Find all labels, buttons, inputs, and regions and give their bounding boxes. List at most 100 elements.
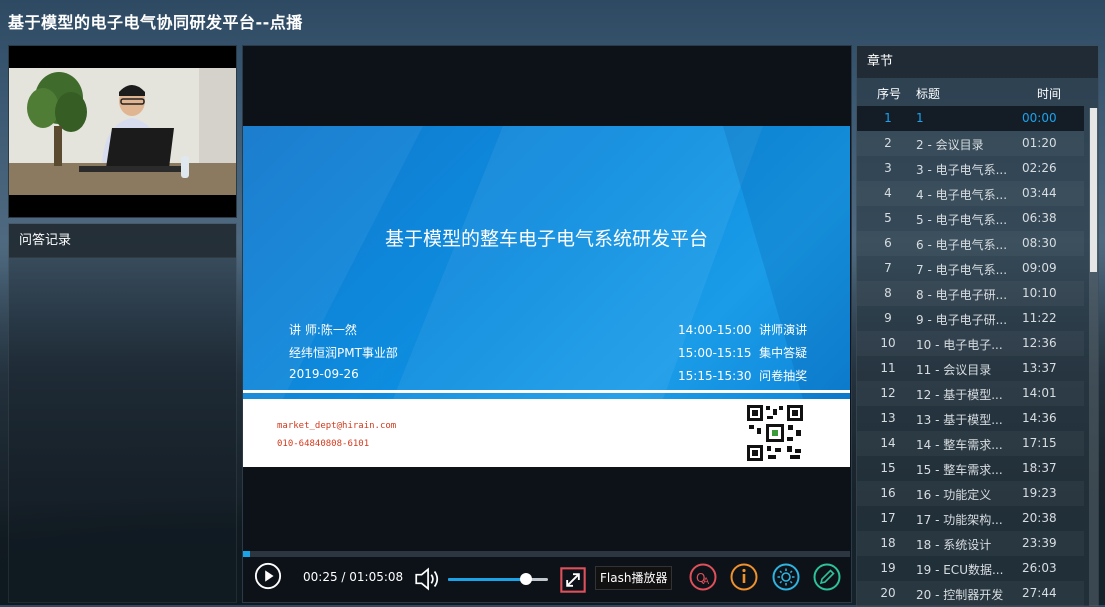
chapter-row[interactable]: 19 19 - ECU数据... 26:03 <box>857 556 1084 581</box>
page-title: 基于模型的电子电气协同研发平台--点播 <box>8 13 303 32</box>
column-header-no: 序号 <box>877 87 902 101</box>
chapter-number: 12 <box>880 386 896 400</box>
chapter-number: 5 <box>884 211 892 225</box>
chapter-title: 16 - 功能定义 <box>916 488 992 502</box>
chapter-row[interactable]: 3 3 - 电子电气系... 02:26 <box>857 156 1084 181</box>
chapters-panel: 章节 序号 标题 时间 1 1 00:00 2 2 - 会议目录 01:20 3 3 - 电子… <box>856 45 1099 607</box>
chapter-row[interactable]: 7 7 - 电子电气系... 09:09 <box>857 256 1084 281</box>
chapter-row[interactable]: 15 15 - 整车需求... 18:37 <box>857 456 1084 481</box>
chapter-title: 8 - 电子电子研... <box>916 288 1008 302</box>
chapter-row[interactable]: 5 5 - 电子电气系... 06:38 <box>857 206 1084 231</box>
slide-phone: 010-64840808-6101 <box>277 439 370 449</box>
chapter-title: 7 - 电子电气系... <box>916 263 1008 277</box>
chapter-row[interactable]: 1 1 00:00 <box>857 106 1084 131</box>
chapter-row[interactable]: 20 20 - 控制器开发 27:44 <box>857 581 1084 606</box>
chapter-row[interactable]: 12 12 - 基于模型... 14:01 <box>857 381 1084 406</box>
chapter-title: 2 - 会议目录 <box>916 138 984 152</box>
chapter-number: 9 <box>884 311 892 325</box>
chapter-time: 06:38 <box>1022 211 1057 225</box>
chapter-number: 18 <box>880 536 896 550</box>
volume-slider-handle[interactable] <box>520 573 532 585</box>
chapter-time: 14:36 <box>1022 411 1057 425</box>
qa-panel-title: 问答记录 <box>9 224 236 258</box>
slide-schedule-1: 14:00-15:00 讲师演讲 <box>678 323 808 337</box>
chapter-row[interactable]: 10 10 - 电子电子... 12:36 <box>857 331 1084 356</box>
chapter-time: 01:20 <box>1022 136 1057 150</box>
chapter-row[interactable]: 18 18 - 系统设计 23:39 <box>857 531 1084 556</box>
chapter-title: 20 - 控制器开发 <box>916 588 1004 602</box>
chapter-row[interactable]: 9 9 - 电子电子研... 11:22 <box>857 306 1084 331</box>
chapter-title: 1 <box>916 111 924 125</box>
chapter-time: 02:26 <box>1022 161 1057 175</box>
chapter-row[interactable]: 2 2 - 会议目录 01:20 <box>857 131 1084 156</box>
chapter-number: 16 <box>880 486 896 500</box>
chapter-row[interactable]: 11 11 - 会议目录 13:37 <box>857 356 1084 381</box>
fullscreen-icon[interactable] <box>559 566 587 594</box>
playback-time: 00:25 / 01:05:08 <box>303 570 404 584</box>
chapter-title: 11 - 会议目录 <box>916 363 992 377</box>
chapter-time: 19:23 <box>1022 486 1057 500</box>
slide-organization: 经纬恒润PMT事业部 <box>289 346 398 360</box>
chapter-row[interactable]: 16 16 - 功能定义 19:23 <box>857 481 1084 506</box>
chapter-number: 10 <box>880 336 896 350</box>
video-player[interactable]: 基于模型的整车电子电气系统研发平台 讲 师:陈一然 经纬恒润PMT事业部 201… <box>242 45 852 603</box>
chapter-title: 6 - 电子电气系... <box>916 238 1008 252</box>
chapter-time: 18:37 <box>1022 461 1057 475</box>
chapter-number: 19 <box>880 561 896 575</box>
chapter-row[interactable]: 8 8 - 电子电子研... 10:10 <box>857 281 1084 306</box>
chapter-time: 23:39 <box>1022 536 1057 550</box>
qa-panel: 问答记录 <box>8 223 237 603</box>
column-header-title: 标题 <box>916 87 941 101</box>
chapter-time: 09:09 <box>1022 261 1057 275</box>
slide-speaker: 讲 师:陈一然 <box>289 323 357 337</box>
qa-icon[interactable]: Q A <box>689 563 717 591</box>
presenter-video-frame <box>9 68 236 195</box>
pencil-icon[interactable] <box>813 563 841 591</box>
chapters-scrollbar[interactable] <box>1089 108 1098 606</box>
chapter-number: 20 <box>880 586 896 600</box>
chapter-title: 13 - 基于模型... <box>916 413 1003 427</box>
info-icon[interactable] <box>730 563 758 591</box>
slide-footer: market_dept@hirain.com 010-64840808-6101 <box>243 399 850 467</box>
play-icon[interactable] <box>254 562 282 590</box>
chapter-number: 3 <box>884 161 892 175</box>
chapter-time: 03:44 <box>1022 186 1057 200</box>
volume-icon[interactable] <box>413 565 441 593</box>
chapter-time: 00:00 <box>1022 111 1057 125</box>
chapter-title: 18 - 系统设计 <box>916 538 992 552</box>
chapters-scrollbar-thumb[interactable] <box>1090 108 1097 272</box>
chapter-title: 9 - 电子电子研... <box>916 313 1008 327</box>
chapter-time: 27:44 <box>1022 586 1057 600</box>
chapters-column-headers: 序号 标题 时间 <box>857 78 1098 106</box>
chapter-row[interactable]: 4 4 - 电子电气系... 03:44 <box>857 181 1084 206</box>
chapter-title: 17 - 功能架构... <box>916 513 1003 527</box>
slide-email: market_dept@hirain.com <box>277 421 397 431</box>
chapter-number: 13 <box>880 411 896 425</box>
chapter-row[interactable]: 14 14 - 整车需求... 17:15 <box>857 431 1084 456</box>
chapter-time: 10:10 <box>1022 286 1057 300</box>
flash-player-label: Flash播放器 <box>595 566 673 590</box>
chapters-title: 章节 <box>857 46 1098 78</box>
chapter-title: 14 - 整车需求... <box>916 438 1003 452</box>
chapter-number: 14 <box>880 436 896 450</box>
chapter-number: 8 <box>884 286 892 300</box>
brightness-icon[interactable] <box>772 563 800 591</box>
presenter-video <box>8 45 237 218</box>
presentation-slide: 基于模型的整车电子电气系统研发平台 讲 师:陈一然 经纬恒润PMT事业部 201… <box>243 126 850 467</box>
slide-title: 基于模型的整车电子电气系统研发平台 <box>384 228 708 250</box>
chapter-row[interactable]: 17 17 - 功能架构... 20:38 <box>857 506 1084 531</box>
qr-code-icon <box>746 404 804 462</box>
volume-slider-fill <box>448 578 526 581</box>
chapter-title: 12 - 基于模型... <box>916 388 1003 402</box>
chapter-number: 11 <box>880 361 896 375</box>
chapter-time: 20:38 <box>1022 511 1057 525</box>
chapter-title: 5 - 电子电气系... <box>916 213 1008 227</box>
chapter-time: 13:37 <box>1022 361 1057 375</box>
chapter-number: 17 <box>880 511 896 525</box>
chapter-row[interactable]: 6 6 - 电子电气系... 08:30 <box>857 231 1084 256</box>
chapter-row[interactable]: 13 13 - 基于模型... 14:36 <box>857 406 1084 431</box>
chapter-title: 19 - ECU数据... <box>916 563 1004 577</box>
chapter-title: 3 - 电子电气系... <box>916 163 1008 177</box>
volume-slider[interactable] <box>448 573 548 585</box>
presenter-image <box>9 68 236 195</box>
